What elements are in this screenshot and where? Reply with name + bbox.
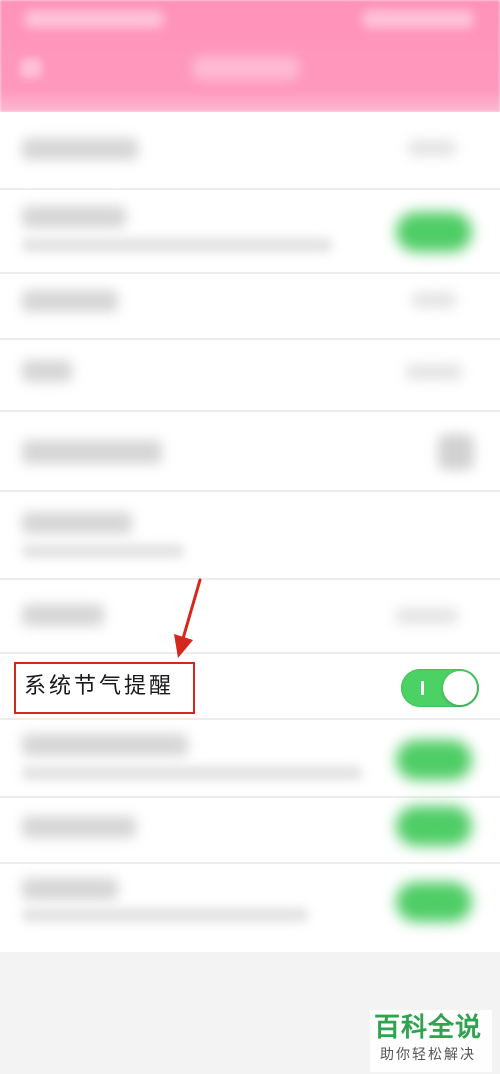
divider	[0, 338, 500, 340]
setting-label	[22, 206, 126, 228]
setting-label	[22, 878, 118, 900]
toggle-switch[interactable]	[396, 806, 472, 846]
setting-label: 系统节气提醒	[24, 674, 175, 699]
page-title	[192, 56, 300, 80]
setting-label	[22, 440, 162, 464]
divider	[0, 862, 500, 864]
watermark-tagline: 助你轻松解决	[380, 1047, 476, 1063]
divider	[0, 188, 500, 190]
setting-label	[22, 734, 188, 756]
setting-label	[22, 360, 72, 382]
setting-value	[408, 140, 456, 156]
setting-label	[22, 604, 104, 626]
setting-description	[22, 908, 308, 922]
toggle-switch[interactable]	[396, 212, 472, 252]
solar-term-reminder-toggle[interactable]	[401, 669, 479, 707]
setting-description	[22, 544, 184, 558]
divider	[0, 652, 500, 654]
status-bar-text	[24, 10, 164, 28]
setting-label	[22, 138, 138, 160]
divider	[0, 718, 500, 720]
app-header	[0, 0, 500, 112]
divider	[0, 578, 500, 580]
status-bar-icons	[362, 10, 474, 28]
back-icon[interactable]	[20, 58, 42, 78]
divider	[0, 272, 500, 274]
divider	[0, 410, 500, 412]
arrow-down-icon	[174, 578, 202, 658]
setting-description	[22, 766, 362, 780]
toggle-knob	[443, 671, 477, 705]
setting-label	[22, 290, 118, 312]
watermark-logo: 百科全说 助你轻松解决	[370, 1010, 492, 1072]
status-bar	[0, 0, 500, 40]
toggle-on-mark	[421, 681, 424, 695]
toggle-switch[interactable]	[396, 740, 472, 780]
setting-value	[412, 292, 456, 308]
setting-label	[22, 816, 136, 838]
setting-label	[22, 512, 132, 534]
watermark-brand: 百科全说	[374, 1013, 483, 1043]
setting-value	[406, 364, 462, 380]
divider	[0, 796, 500, 798]
setting-value	[396, 608, 458, 624]
toggle-switch[interactable]	[396, 882, 472, 922]
checkbox[interactable]	[438, 434, 474, 470]
divider	[0, 490, 500, 492]
setting-description	[22, 238, 332, 252]
